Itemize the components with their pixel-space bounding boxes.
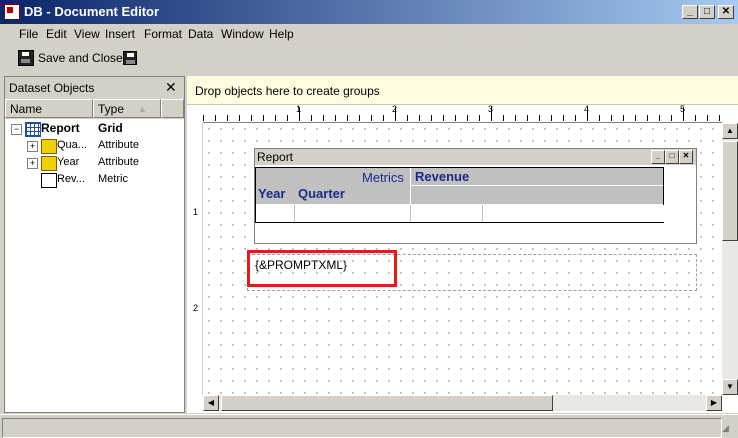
menu-file[interactable]: File bbox=[19, 27, 38, 41]
group-drop-zone[interactable]: Drop objects here to create groups bbox=[187, 76, 738, 105]
report-minimize-button[interactable]: _ bbox=[651, 150, 665, 164]
save-and-close-button[interactable]: Save and Close bbox=[18, 48, 123, 68]
dataset-objects-panel: Dataset Objects ✕ Name Type ▲ − Report G… bbox=[4, 76, 185, 413]
scroll-right-icon[interactable]: ▶ bbox=[706, 395, 722, 411]
minimize-button[interactable]: _ bbox=[682, 5, 698, 19]
save-and-close-label: Save and Close bbox=[38, 51, 123, 65]
report-grid: Metrics Year Quarter Revenue bbox=[255, 167, 664, 223]
floppy-disk-icon bbox=[18, 50, 34, 66]
revenue-subheader-cell bbox=[411, 186, 663, 204]
revenue-header: Revenue bbox=[415, 169, 470, 184]
ruler-label: 5 bbox=[680, 104, 686, 114]
ruler-label: 2 bbox=[392, 104, 398, 114]
prompt-text-field[interactable]: {&PROMPTXML} bbox=[247, 250, 397, 287]
grid-cell bbox=[256, 205, 294, 222]
ruler-label: 1 bbox=[193, 207, 199, 217]
panel-title: Dataset Objects bbox=[9, 81, 95, 95]
maximize-button[interactable]: □ bbox=[699, 5, 715, 19]
metric-icon bbox=[41, 173, 57, 188]
report-grid-container[interactable]: Report _ □ ✕ Metrics Year Quarter Revenu… bbox=[254, 148, 697, 244]
column-header-type-label: Type bbox=[98, 102, 125, 116]
menu-help[interactable]: Help bbox=[269, 27, 294, 41]
group-drop-hint: Drop objects here to create groups bbox=[195, 84, 380, 98]
scroll-thumb[interactable] bbox=[221, 395, 553, 411]
menu-view[interactable]: View bbox=[74, 27, 100, 41]
tree-row-type: Attribute bbox=[98, 139, 139, 151]
vertical-ruler: 1 2 bbox=[187, 123, 203, 395]
year-header[interactable]: Year bbox=[258, 186, 285, 201]
ruler-label: 3 bbox=[488, 104, 494, 114]
quarter-header[interactable]: Quarter bbox=[298, 186, 345, 201]
scroll-thumb[interactable] bbox=[722, 141, 738, 241]
prompt-text: {&PROMPTXML} bbox=[255, 258, 348, 272]
app-icon[interactable] bbox=[4, 4, 20, 20]
column-headers: Name Type ▲ bbox=[5, 99, 184, 119]
ruler-label: 4 bbox=[584, 104, 590, 114]
menu-format[interactable]: Format bbox=[144, 27, 182, 41]
resize-grip-icon[interactable]: ◢ bbox=[722, 423, 729, 434]
tree-row-name: Year bbox=[57, 156, 80, 168]
ruler-ticks bbox=[203, 107, 720, 121]
scroll-up-icon[interactable]: ▲ bbox=[722, 123, 738, 139]
tree-row-name: Rev... bbox=[57, 173, 85, 185]
tree-row-name: Report bbox=[41, 121, 80, 135]
tree-row-quarter[interactable]: + Qua... Attribute bbox=[5, 137, 184, 154]
column-header-name[interactable]: Name bbox=[5, 99, 93, 118]
scroll-left-icon[interactable]: ◀ bbox=[203, 395, 219, 411]
sort-arrow-icon: ▲ bbox=[138, 104, 147, 114]
tree-row-revenue[interactable]: Rev... Metric bbox=[5, 171, 184, 188]
grid-cell bbox=[294, 205, 411, 222]
menu-edit[interactable]: Edit bbox=[46, 27, 67, 41]
ruler-label: 1 bbox=[296, 104, 302, 114]
report-close-button[interactable]: ✕ bbox=[679, 150, 693, 164]
revenue-header-cell[interactable]: Revenue bbox=[411, 168, 663, 185]
menu-bar: File Edit View Insert Format Data Window… bbox=[0, 24, 738, 45]
tree-row-name: Qua... bbox=[57, 139, 87, 151]
status-panel bbox=[2, 418, 722, 438]
column-header-type[interactable]: Type ▲ bbox=[93, 99, 161, 118]
tree-row-report[interactable]: − Report Grid bbox=[5, 120, 184, 137]
panel-close-icon[interactable]: ✕ bbox=[165, 79, 177, 96]
expand-icon[interactable]: + bbox=[27, 141, 38, 152]
report-title: Report bbox=[257, 150, 294, 164]
report-maximize-button[interactable]: □ bbox=[665, 150, 679, 164]
toolbar: Save and Close bbox=[4, 45, 738, 71]
collapse-icon[interactable]: − bbox=[11, 124, 22, 135]
scroll-down-icon[interactable]: ▼ bbox=[722, 379, 738, 395]
menu-insert[interactable]: Insert bbox=[105, 27, 135, 41]
window-title: DB - Document Editor bbox=[24, 4, 160, 19]
grid-cell bbox=[482, 205, 664, 222]
metrics-label: Metrics bbox=[362, 170, 404, 185]
menu-data[interactable]: Data bbox=[188, 27, 213, 41]
menu-window[interactable]: Window bbox=[221, 27, 264, 41]
panel-header: Dataset Objects ✕ bbox=[5, 77, 184, 99]
expand-icon[interactable]: + bbox=[27, 158, 38, 169]
close-button[interactable]: ✕ bbox=[718, 5, 734, 19]
tree-row-type: Grid bbox=[98, 121, 123, 135]
vertical-scrollbar[interactable]: ▲ ▼ bbox=[722, 123, 738, 395]
ruler-label: 2 bbox=[193, 303, 199, 313]
horizontal-scrollbar[interactable]: ◀ ▶ bbox=[203, 395, 722, 411]
title-bar: DB - Document Editor _ □ ✕ bbox=[0, 0, 738, 24]
column-header-spacer bbox=[161, 99, 184, 118]
tree-row-type: Attribute bbox=[98, 156, 139, 168]
report-titlebar: Report _ □ ✕ bbox=[255, 149, 696, 165]
tree-row-year[interactable]: + Year Attribute bbox=[5, 154, 184, 171]
tree-row-type: Metric bbox=[98, 173, 128, 185]
grid-cell bbox=[410, 205, 483, 222]
save-icon[interactable] bbox=[123, 51, 137, 65]
attribute-icon bbox=[41, 156, 57, 171]
status-bar: ◢ bbox=[0, 414, 738, 438]
attribute-icon bbox=[41, 139, 57, 154]
grid-icon bbox=[25, 122, 41, 137]
horizontal-ruler: 1 2 3 4 5 bbox=[203, 104, 722, 123]
document-editor-area: Drop objects here to create groups 1 2 3… bbox=[187, 76, 738, 413]
